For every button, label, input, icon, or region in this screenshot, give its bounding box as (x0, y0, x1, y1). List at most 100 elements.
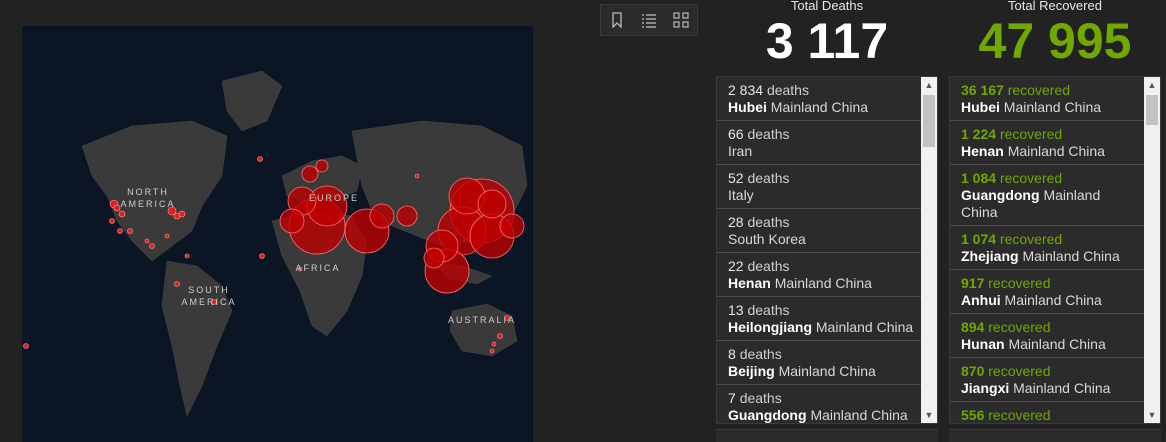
item-unit: recovered (1007, 82, 1070, 98)
item-count: 1 074 (961, 231, 997, 247)
item-country: South Korea (728, 231, 806, 247)
item-location-line: Henan Mainland China (728, 275, 915, 292)
item-place: Hubei (728, 99, 767, 115)
item-unit: recovered (988, 319, 1051, 335)
item-location-line: Henan Mainland China (961, 143, 1138, 160)
item-unit: deaths (747, 214, 790, 230)
australia-land (449, 303, 518, 357)
deaths-total: 3 117 (765, 13, 889, 69)
item-count: 894 (961, 319, 985, 335)
map-toolbar (600, 4, 698, 36)
label-north-america: NORTH AMERICA (120, 187, 176, 209)
item-count-line: 22 deaths (728, 258, 915, 275)
item-location-line: Iran (728, 143, 915, 160)
item-count-line: 870 recovered (961, 363, 1138, 380)
item-country: Mainland China (1008, 336, 1106, 352)
item-place: Guangdong (961, 187, 1040, 203)
item-count-line: 1 084 recovered (961, 170, 1138, 187)
item-count: 917 (961, 275, 985, 291)
item-count: 13 (728, 302, 744, 318)
scroll-up-icon[interactable]: ▲ (1144, 77, 1160, 93)
world-map[interactable]: NORTH AMERICA EUROPE AFRICA SOUTH AMERIC… (22, 26, 533, 442)
item-count: 66 (728, 126, 744, 142)
item-unit: deaths (766, 82, 809, 98)
bubble-europe-4 (279, 208, 305, 234)
item-country: Mainland China (778, 363, 876, 379)
deaths-items: 2 834 deaths Hubei Mainland China 66 death… (717, 77, 921, 423)
deaths-scrollbar[interactable]: ▲ ▼ (921, 77, 937, 423)
item-count-line: 36 167 recovered (961, 82, 1138, 99)
item-count-line: 8 deaths (728, 346, 915, 363)
item-location-line: Beijing Mainland China (728, 363, 915, 380)
list-item[interactable]: 1 084 recovered Guangdong Mainland China (950, 165, 1144, 226)
item-place: Henan (961, 143, 1004, 159)
bubble-europe-6 (315, 159, 329, 173)
list-item[interactable]: 870 recovered Jiangxi Mainland China (950, 358, 1144, 402)
bubble-sea (423, 247, 445, 269)
item-location-line: Zhejiang Mainland China (961, 248, 1138, 265)
item-place: Hubei (961, 99, 1000, 115)
item-place: Guangdong (728, 407, 807, 423)
item-count: 2 834 (728, 82, 764, 98)
bubble-iran-2 (369, 203, 395, 229)
item-location-line: Guangdong Mainland China (961, 187, 1138, 221)
item-location-line: Italy (728, 187, 915, 204)
list-item[interactable]: 2 834 deaths Hubei Mainland China (717, 77, 921, 121)
list-item[interactable]: 1 224 recovered Henan Mainland China (950, 121, 1144, 165)
item-country: Mainland China (1013, 380, 1111, 396)
list-item[interactable]: 22 deaths Henan Mainland China (717, 253, 921, 297)
item-count: 1 224 (961, 126, 997, 142)
item-count: 52 (728, 170, 744, 186)
item-count: 870 (961, 363, 985, 379)
recovered-list[interactable]: 36 167 recovered Hubei Mainland China 1 22… (949, 76, 1161, 424)
item-location-line: South Korea (728, 231, 915, 248)
item-place: Beijing (728, 363, 775, 379)
scroll-thumb[interactable] (923, 95, 935, 147)
item-country: Mainland China (1004, 292, 1102, 308)
item-place: Anhui (961, 292, 1001, 308)
item-location-line: Hunan Mainland China (961, 336, 1138, 353)
bookmark-icon[interactable] (605, 8, 629, 32)
item-unit: recovered (999, 231, 1063, 247)
item-country: Mainland China (770, 99, 869, 115)
recovered-scrollbar[interactable]: ▲ ▼ (1144, 77, 1160, 423)
item-count: 36 167 (961, 82, 1004, 98)
item-country: Mainland China (1022, 248, 1120, 264)
list-icon[interactable] (637, 8, 661, 32)
list-item[interactable]: 8 deaths Beijing Mainland China (717, 341, 921, 385)
scroll-thumb[interactable] (1146, 95, 1158, 125)
list-item[interactable]: 894 recovered Hunan Mainland China (950, 314, 1144, 358)
recovered-footer (949, 429, 1161, 442)
qr-grid-icon[interactable] (669, 8, 693, 32)
deaths-list[interactable]: 2 834 deaths Hubei Mainland China 66 death… (716, 76, 938, 424)
map-panel: NORTH AMERICA EUROPE AFRICA SOUTH AMERIC… (0, 0, 708, 442)
list-item[interactable]: 1 074 recovered Zhejiang Mainland China (950, 226, 1144, 270)
item-count: 22 (728, 258, 744, 274)
item-count-line: 917 recovered (961, 275, 1138, 292)
list-item[interactable]: 917 recovered Anhui Mainland China (950, 270, 1144, 314)
list-item[interactable]: 556 recovered (950, 402, 1144, 423)
list-item[interactable]: 7 deaths Guangdong Mainland China (717, 385, 921, 423)
item-place: Heilongjiang (728, 319, 812, 335)
recovered-items: 36 167 recovered Hubei Mainland China 1 22… (950, 77, 1144, 423)
item-unit: deaths (747, 170, 790, 186)
item-country: Mainland China (810, 407, 908, 423)
list-item[interactable]: 13 deaths Heilongjiang Mainland China (717, 297, 921, 341)
item-country: Iran (728, 143, 753, 159)
scroll-up-icon[interactable]: ▲ (921, 77, 937, 93)
scroll-down-icon[interactable]: ▼ (1144, 407, 1160, 423)
bubble-korea (477, 189, 507, 219)
item-location-line: Guangdong Mainland China (728, 407, 915, 423)
scroll-down-icon[interactable]: ▼ (921, 407, 937, 423)
list-item[interactable]: 52 deaths Italy (717, 165, 921, 209)
list-item[interactable]: 28 deaths South Korea (717, 209, 921, 253)
map-svg (23, 70, 528, 417)
item-unit: deaths (739, 346, 782, 362)
list-item[interactable]: 36 167 recovered Hubei Mainland China (950, 77, 1144, 121)
item-count-line: 66 deaths (728, 126, 915, 143)
list-item[interactable]: 66 deaths Iran (717, 121, 921, 165)
item-location-line: Jiangxi Mainland China (961, 380, 1138, 397)
item-unit: deaths (739, 390, 782, 406)
item-location-line: Hubei Mainland China (728, 99, 915, 116)
recovered-header: Total Recovered 47 995 (949, 0, 1161, 75)
